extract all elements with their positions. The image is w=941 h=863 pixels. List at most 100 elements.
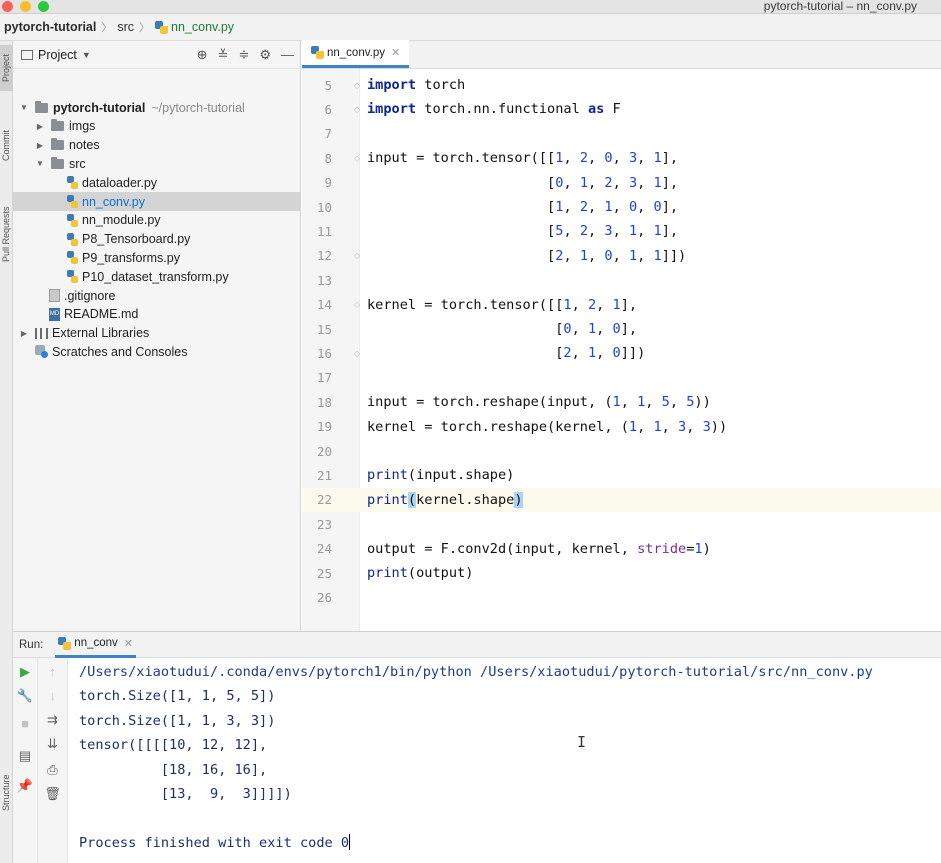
code-text: kernel = torch.reshape(kernel, (1, 1, 3,… <box>367 418 728 435</box>
target-icon[interactable]: ⊕ <box>197 47 208 63</box>
zoom-window-button[interactable] <box>38 1 49 12</box>
tree-item-label: Scratches and Consoles <box>52 344 188 359</box>
code-line[interactable]: 18 input = torch.reshape(input, (1, 1, 5,… <box>302 390 941 414</box>
stripe-tab-structure[interactable]: Structure <box>0 763 13 823</box>
chevron-down-icon[interactable]: ▼ <box>82 50 91 60</box>
tree-item-label: pytorch-tutorial <box>53 100 146 115</box>
chevron-right-icon[interactable]: ▶ <box>19 329 29 338</box>
code-text: input = torch.reshape(input, (1, 1, 5, 5… <box>367 394 711 411</box>
tree-item[interactable]: .gitignore <box>13 286 301 305</box>
python-file-icon <box>311 46 324 59</box>
tree-item-path: ~/pytorch-tutorial <box>151 100 245 115</box>
code-line[interactable]: 8 ◇ input = torch.tensor([[1, 2, 0, 3, 1], <box>302 146 941 170</box>
tree-item-label: P8_Tensorboard.py <box>82 232 191 247</box>
project-view-selector[interactable]: Project <box>38 48 77 62</box>
code-line[interactable]: 26 <box>302 585 941 609</box>
tree-item[interactable]: ▼ src <box>13 154 301 173</box>
code-area[interactable]: 5 ◇ import torch 6 ◇ import torch.nn.function… <box>302 69 941 631</box>
fold-icon[interactable]: ◇ <box>354 154 364 163</box>
tree-item[interactable]: P8_Tensorboard.py <box>13 230 301 249</box>
tree-item[interactable]: P10_dataset_transform.py <box>13 267 301 286</box>
code-line[interactable]: 5 ◇ import torch <box>302 73 941 97</box>
code-line[interactable]: 17 <box>302 366 941 390</box>
run-tab-nn-conv[interactable]: nn_conv ✕ <box>55 632 136 658</box>
breadcrumb-folder[interactable]: src <box>117 20 134 34</box>
python-file-icon <box>67 176 78 190</box>
tree-item[interactable]: nn_module.py <box>13 211 301 230</box>
tree-item[interactable]: ▶ External Libraries <box>13 324 301 343</box>
code-line[interactable]: 20 <box>302 439 941 463</box>
code-line[interactable]: 11 [5, 2, 3, 1, 1], <box>302 219 941 243</box>
code-text: print(kernel.shape) <box>367 491 523 508</box>
fold-icon[interactable]: ◇ <box>354 251 364 260</box>
tree-item-label: .gitignore <box>64 288 116 303</box>
minimize-window-button[interactable] <box>20 1 31 12</box>
project-view-icon <box>21 49 33 60</box>
up-arrow-icon[interactable]: ↑ <box>38 664 67 679</box>
code-line[interactable]: 15 [0, 1, 0], <box>302 317 941 341</box>
chevron-right-icon[interactable]: ▶ <box>35 122 45 131</box>
minimize-panel-icon[interactable]: — <box>281 47 294 63</box>
tree-item[interactable]: ▼ pytorch-tutorial ~/pytorch-tutorial <box>13 98 301 117</box>
line-number: 7 <box>324 126 332 142</box>
pin-icon[interactable]: 📌 <box>13 778 37 794</box>
line-number: 25 <box>316 565 332 581</box>
gear-icon[interactable]: ⚙ <box>259 47 271 63</box>
fold-icon[interactable]: ◇ <box>354 81 364 90</box>
close-icon[interactable]: ✕ <box>391 46 400 59</box>
tree-item[interactable]: P9_transforms.py <box>13 248 301 267</box>
code-line[interactable]: 21 print(input.shape) <box>302 463 941 487</box>
soft-wrap-icon[interactable]: ⇉ <box>38 712 67 728</box>
code-line[interactable]: 25 print(output) <box>302 561 941 585</box>
stop-icon[interactable]: ■ <box>13 716 37 731</box>
fold-icon[interactable]: ◇ <box>354 105 364 114</box>
code-line[interactable]: 10 [1, 2, 1, 0, 0], <box>302 195 941 219</box>
code-line[interactable]: 24 output = F.conv2d(input, kernel, strid… <box>302 537 941 561</box>
code-line[interactable]: 22 print(kernel.shape) <box>302 487 941 512</box>
library-icon <box>35 327 48 339</box>
close-window-button[interactable] <box>2 1 13 12</box>
run-panel-header: Run: nn_conv ✕ <box>13 632 941 658</box>
fold-icon[interactable]: ◇ <box>354 349 364 358</box>
title-bar: pytorch-tutorial – nn_conv.py <box>0 0 941 14</box>
code-line[interactable]: 16 ◇ [2, 1, 0]]) <box>302 341 941 365</box>
stripe-tab-pull-requests[interactable]: Pull Requests <box>0 191 13 277</box>
tree-item[interactable]: nn_conv.py <box>13 192 301 211</box>
fold-icon[interactable]: ◇ <box>354 300 364 309</box>
tree-item[interactable]: ▶ imgs <box>13 117 301 136</box>
expand-all-icon[interactable]: ≑ <box>238 47 249 63</box>
folder-icon <box>51 156 64 169</box>
tree-item-label: nn_conv.py <box>82 194 146 209</box>
run-icon[interactable]: ▶ <box>13 664 37 680</box>
tree-item[interactable]: dataloader.py <box>13 173 301 192</box>
code-line[interactable]: 14 ◇ kernel = torch.tensor([[1, 2, 1], <box>302 293 941 317</box>
tab-nn-conv[interactable]: nn_conv.py ✕ <box>302 40 410 68</box>
code-line[interactable]: 13 <box>302 268 941 292</box>
layout-icon[interactable]: ▤ <box>13 748 37 764</box>
chevron-down-icon[interactable]: ▼ <box>35 159 45 168</box>
print-icon[interactable]: ⎙ <box>38 762 67 778</box>
down-arrow-icon[interactable]: ↓ <box>38 688 67 703</box>
chevron-down-icon[interactable]: ▼ <box>19 103 29 112</box>
collapse-all-icon[interactable]: ≚ <box>218 47 229 63</box>
wrench-icon[interactable]: 🔧 <box>13 688 37 704</box>
tree-item[interactable]: ▶ notes <box>13 136 301 155</box>
tree-item[interactable]: Scratches and Consoles <box>13 342 301 361</box>
window-title: pytorch-tutorial – nn_conv.py <box>763 0 917 13</box>
trash-icon[interactable]: 🗑 <box>38 786 67 802</box>
tree-item[interactable]: MD README.md <box>13 305 301 324</box>
code-line[interactable]: 19 kernel = torch.reshape(kernel, (1, 1, … <box>302 415 941 439</box>
breadcrumb-file[interactable]: nn_conv.py <box>171 20 234 34</box>
code-line[interactable]: 7 <box>302 122 941 146</box>
left-tool-stripe: Project Commit Pull Requests Structure <box>0 41 13 863</box>
scroll-to-end-icon[interactable]: ⇊ <box>38 736 67 752</box>
code-line[interactable]: 6 ◇ import torch.nn.functional as F <box>302 97 941 121</box>
breadcrumb-project[interactable]: pytorch-tutorial <box>4 20 96 34</box>
close-icon[interactable]: ✕ <box>124 637 133 650</box>
code-line[interactable]: 9 [0, 1, 2, 3, 1], <box>302 171 941 195</box>
code-line[interactable]: 12 ◇ [2, 1, 0, 1, 1]]) <box>302 244 941 268</box>
chevron-right-icon[interactable]: ▶ <box>35 141 45 150</box>
code-line[interactable]: 23 <box>302 512 941 536</box>
stripe-tab-project[interactable]: Project <box>0 45 13 91</box>
stripe-tab-commit[interactable]: Commit <box>0 121 13 171</box>
